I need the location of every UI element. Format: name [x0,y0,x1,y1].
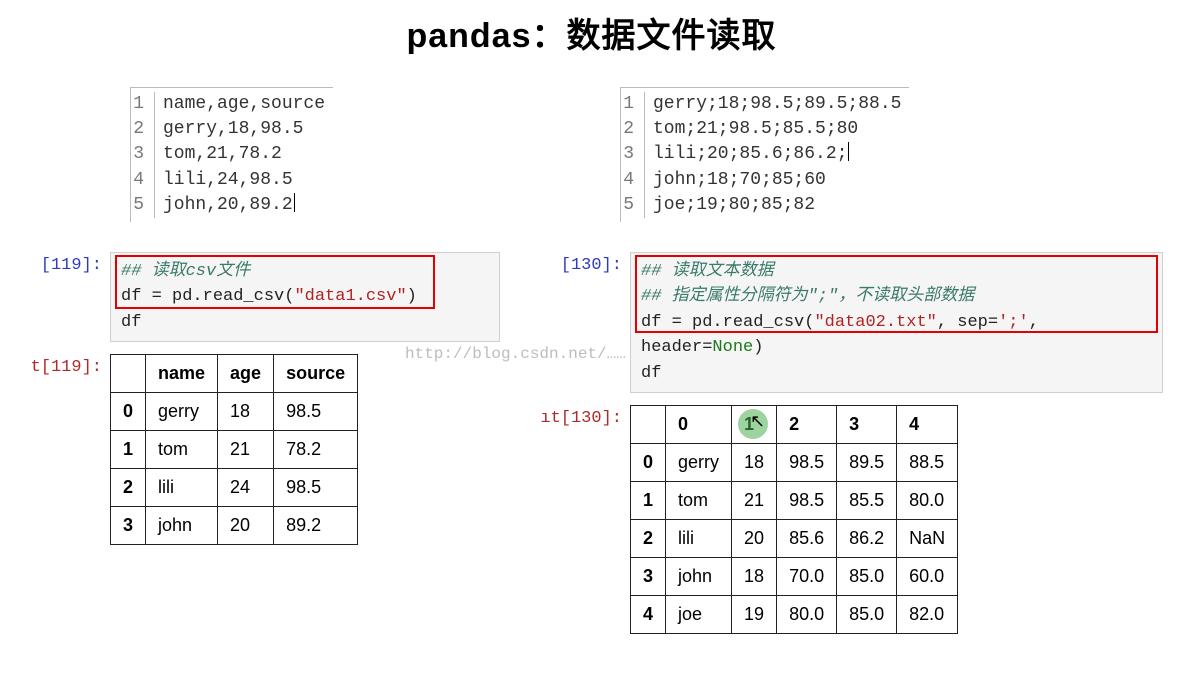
left-code-comment: ## 读取csv文件 [121,262,250,281]
right-code-comment-2: ## 指定属性分隔符为";"，不读取头部数据 [641,287,974,306]
left-input-prompt: [119]: [20,252,110,275]
left-dataframe: nameagesource0gerry1898.51tom2178.22lili… [110,354,358,545]
left-file-listing: 1name,age,source2gerry,18,98.53tom,21,78… [130,87,333,222]
right-code-comment-1: ## 读取文本数据 [641,262,774,281]
cursor-icon: ↖ [750,411,765,432]
right-dataframe: 012340gerry1898.589.588.51tom2198.585.58… [630,405,958,634]
page-title: pandas：数据文件读取 [0,8,1183,57]
right-code-cell[interactable]: ## 读取文本数据 ## 指定属性分隔符为";"，不读取头部数据 df = pd… [630,252,1163,394]
left-code-cell[interactable]: ## 读取csv文件 df = pd.read_csv("data1.csv")… [110,252,500,343]
right-file-listing: 1gerry;18;98.5;89.5;88.52tom;21;98.5;85.… [620,87,909,222]
left-output-prompt: t[119]: [20,354,110,545]
right-output-prompt: ıt[130]: [540,405,630,634]
right-input-prompt: [130]: [540,252,630,275]
